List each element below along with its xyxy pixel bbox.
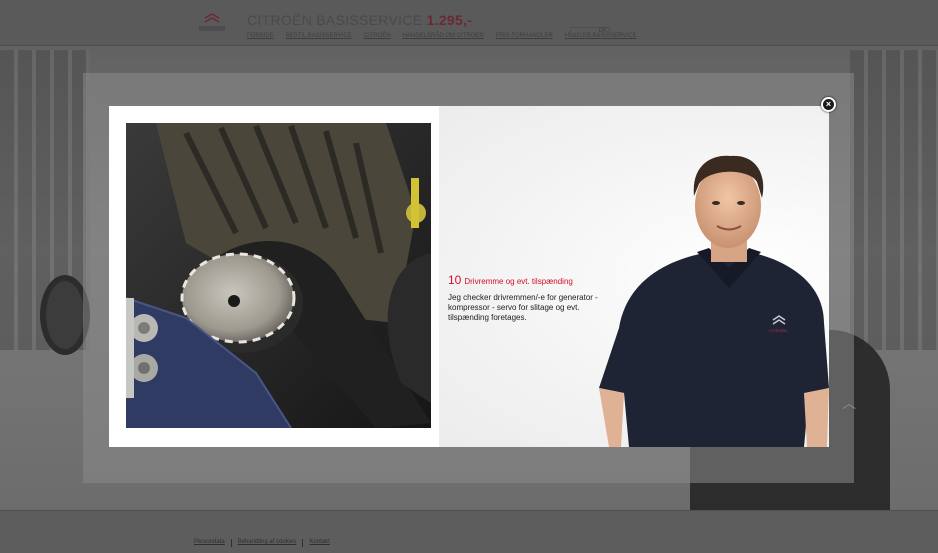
site-footer: [0, 510, 938, 553]
footer-link-cookies[interactable]: Behandling af cookies: [238, 539, 297, 547]
footer-link-kontakt[interactable]: Kontakt: [309, 539, 329, 547]
close-icon: ×: [825, 99, 832, 109]
step-title-text: Drivremme og evt. tilspænding: [464, 277, 573, 286]
nav-item-handelsrad[interactable]: HANDELSRÅD OM CITROËN: [403, 33, 484, 39]
nav-item-bestil[interactable]: BESTIL BASISSERVICE: [286, 33, 352, 39]
garage-door-right: [850, 50, 938, 350]
svg-text:CITROËN: CITROËN: [769, 328, 787, 333]
step-number: 10: [448, 273, 462, 287]
site-title-text: CITROËN BASISSERVICE: [247, 12, 423, 28]
step-info: 10 Drivremme og evt. tilspænding Jeg chec…: [448, 273, 613, 323]
site-title-price: 1.295,-: [426, 12, 473, 28]
drive-belt-photo: [126, 123, 431, 428]
citroen-logo-icon: [199, 13, 225, 31]
step-title: 10 Drivremme og evt. tilspænding: [448, 273, 613, 287]
nav-item-forside[interactable]: FORSIDE: [247, 33, 274, 39]
footer-links: Persondata Behandling af cookies Kontakt: [194, 539, 330, 547]
language-select[interactable]: DK: [570, 27, 610, 37]
step-description: Jeg checker drivremmen/-e for generator …: [448, 293, 598, 322]
nav-item-citroen[interactable]: CITROËN: [364, 33, 391, 39]
mechanic-image: CITROËN: [599, 155, 829, 447]
site-header: CITROËN BASISSERVICE 1.295,- FORSIDE BES…: [0, 0, 938, 46]
footer-divider: [230, 539, 232, 547]
nav-item-pris[interactable]: PRIS FORHANDLER: [496, 33, 553, 39]
site-title: CITROËN BASISSERVICE 1.295,-: [247, 12, 472, 28]
close-button[interactable]: ×: [821, 97, 836, 112]
lightbox-modal: 10 Drivremme og evt. tilspænding Jeg chec…: [109, 106, 829, 447]
footer-divider: [302, 539, 304, 547]
footer-link-persondata[interactable]: Persondata: [194, 539, 225, 547]
